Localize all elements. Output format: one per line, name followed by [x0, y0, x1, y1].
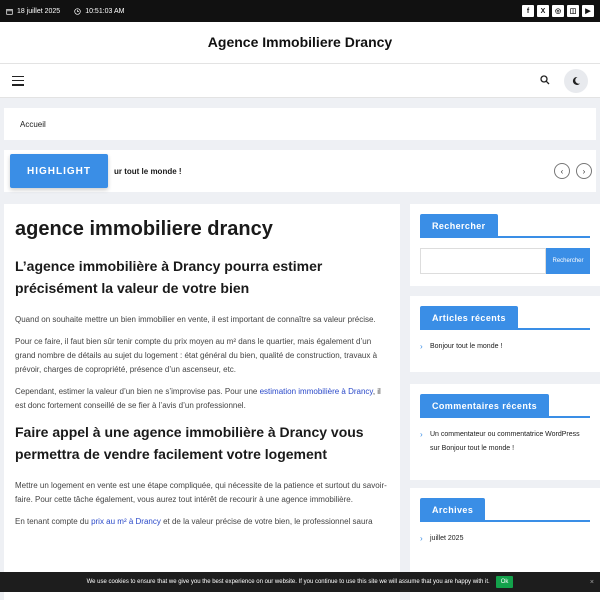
recent-post-link[interactable]: Bonjour tout le monde ! [430, 343, 502, 350]
estimation-link[interactable]: estimation immobilière à Drancy [260, 387, 373, 396]
x-twitter-icon[interactable]: X [537, 5, 549, 17]
list-item: › Un commentateur ou commentatrice WordPr… [420, 430, 580, 452]
chevron-right-icon: › [420, 430, 423, 439]
ticker-next-icon[interactable]: › [576, 163, 592, 179]
article-paragraph-2: Pour ce faire, il faut bien sûr tenir co… [15, 337, 378, 374]
time-display: 10:51:03 AM [74, 7, 125, 15]
widget-title-archives: Archives [420, 498, 486, 522]
article-paragraph-1: Quand on souhaite mettre un bien immobil… [15, 315, 376, 324]
site-header: Agence Immobiliere Drancy [0, 22, 600, 64]
highlight-ticker: HIGHLIGHT ur tout le monde ! ‹ › [4, 150, 596, 192]
calendar-icon [6, 8, 13, 15]
chevron-right-icon: › [420, 534, 423, 543]
recent-comments-widget: Commentaires récents › Un commentateur ou… [410, 384, 600, 480]
time-text: 10:51:03 AM [85, 7, 125, 15]
facebook-icon[interactable]: f [522, 5, 534, 17]
widget-title-search: Rechercher [420, 214, 498, 238]
search-icon[interactable] [540, 72, 550, 90]
article-heading-2: Faire appel à une agence immobilière à D… [15, 424, 364, 462]
article-paragraph-5: En tenant compte du prix au m² à Drancy … [15, 517, 373, 526]
ticker-prev-icon[interactable]: ‹ [554, 163, 570, 179]
list-item: › juillet 2025 [420, 532, 590, 546]
cookie-text: We use cookies to ensure that we give yo… [86, 579, 490, 585]
sidebar-search-input[interactable] [420, 248, 546, 274]
article-paragraph-3: Cependant, estimer la valeur d’un bien n… [15, 387, 381, 410]
clock-icon [74, 7, 81, 15]
archive-link[interactable]: juillet 2025 [430, 535, 463, 542]
cookie-banner: We use cookies to ensure that we give yo… [0, 572, 600, 592]
widget-title-recent-posts: Articles récents [420, 306, 518, 330]
sidebar-search-button[interactable]: Rechercher [546, 248, 590, 274]
breadcrumb: Accueil [4, 108, 596, 140]
dark-mode-toggle-icon[interactable] [564, 68, 588, 93]
instagram-icon[interactable]: ◫ [567, 5, 579, 17]
close-icon[interactable]: × [590, 579, 594, 586]
price-link[interactable]: prix au m² à Drancy [91, 517, 161, 526]
article-heading-1: L’agence immobilière à Drancy pourra est… [15, 258, 323, 296]
article-paragraph-4: Mettre un logement en vente est une étap… [15, 481, 387, 504]
nav-bar [0, 64, 600, 98]
search-widget: Rechercher Rechercher [410, 204, 600, 286]
recent-posts-widget: Articles récents › Bonjour tout le monde … [410, 296, 600, 372]
chevron-right-icon: › [420, 342, 423, 351]
page-title: agence immobiliere drancy [15, 218, 273, 240]
dribbble-icon[interactable]: ◎ [552, 5, 564, 17]
date-display: 18 juillet 2025 [6, 8, 60, 15]
main-article: agence immobiliere drancy L’agence immob… [4, 204, 400, 600]
cookie-ok-button[interactable]: Ok [495, 576, 514, 588]
widget-title-recent-comments: Commentaires récents [420, 394, 550, 418]
comment-author-link[interactable]: Un commentateur ou commentatrice WordPre… [430, 431, 580, 438]
list-item: › Bonjour tout le monde ! [420, 340, 590, 354]
ticker-post-link[interactable]: ur tout le monde ! [114, 167, 182, 176]
social-links: f X ◎ ◫ ▶ [522, 5, 594, 17]
date-text: 18 juillet 2025 [17, 7, 61, 15]
search-form: Rechercher [420, 248, 590, 274]
comment-post-link[interactable]: Bonjour tout le monde ! [442, 445, 514, 452]
top-bar: 18 juillet 2025 10:51:03 AM f X ◎ ◫ ▶ [0, 0, 600, 22]
site-title[interactable]: Agence Immobiliere Drancy [208, 34, 392, 52]
youtube-icon[interactable]: ▶ [582, 5, 594, 17]
breadcrumb-home[interactable]: Accueil [20, 120, 46, 129]
highlight-label: HIGHLIGHT [10, 154, 108, 188]
hamburger-menu-icon[interactable] [12, 75, 24, 86]
